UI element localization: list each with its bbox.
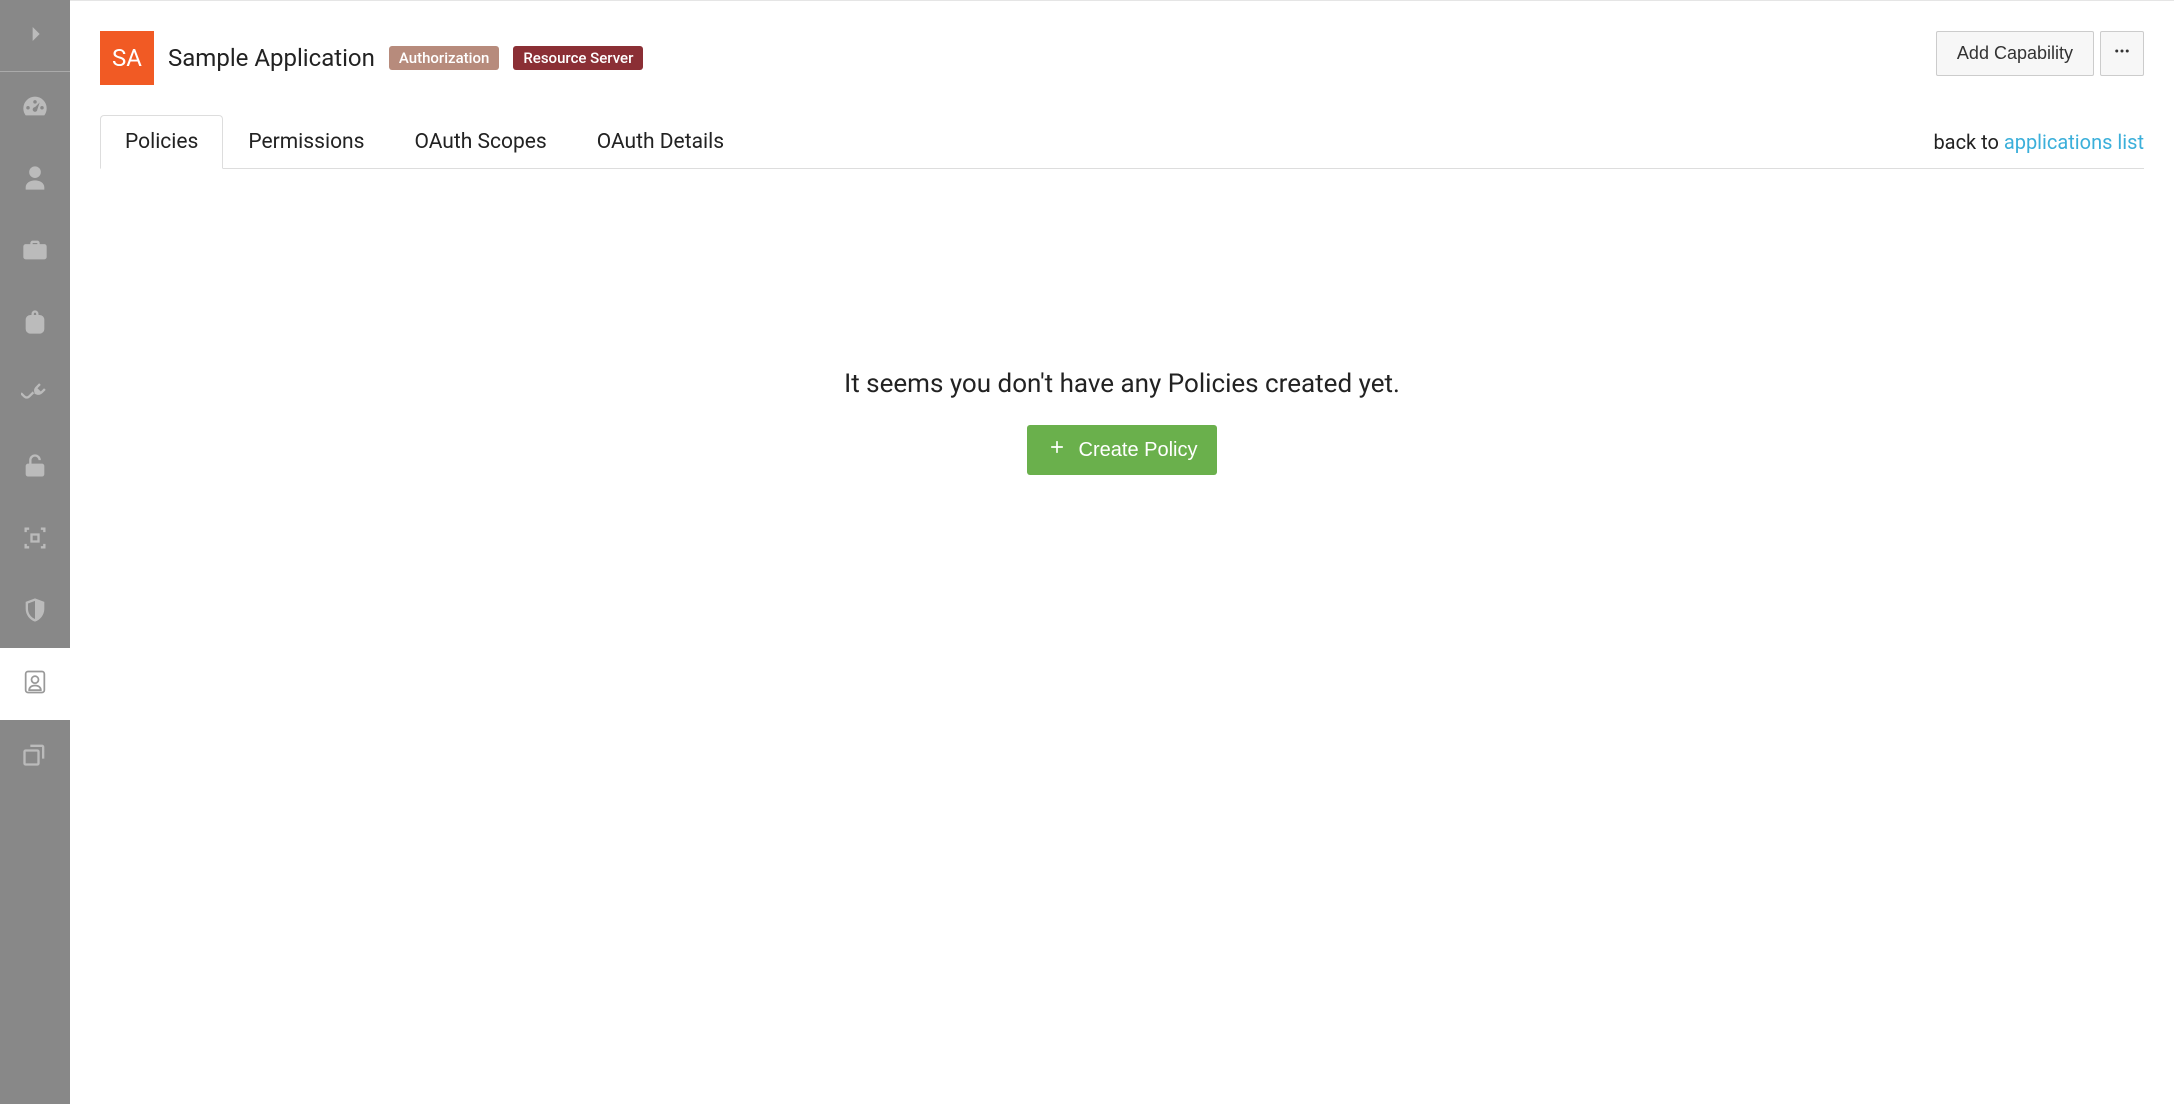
tab-permissions[interactable]: Permissions: [223, 115, 389, 169]
main-content: SA Sample Application Authorization Reso…: [70, 0, 2174, 1104]
shield-icon: [21, 596, 49, 628]
header-left: SA Sample Application Authorization Reso…: [100, 31, 643, 85]
add-capability-button[interactable]: Add Capability: [1936, 31, 2094, 76]
sidebar-item-plugins[interactable]: [0, 360, 70, 432]
arrow-right-icon: [21, 20, 49, 52]
sidebar-item-layers[interactable]: [0, 504, 70, 576]
lock-open-icon: [21, 452, 49, 484]
header-right: Add Capability: [1936, 31, 2144, 76]
badge-resource-server: Resource Server: [513, 46, 643, 70]
app-title: Sample Application: [168, 44, 375, 72]
group-icon: [21, 524, 49, 556]
plug-icon: [21, 380, 49, 412]
tabs-row: Policies Permissions OAuth Scopes OAuth …: [100, 115, 2144, 169]
app-icon: SA: [100, 31, 154, 85]
tabs: Policies Permissions OAuth Scopes OAuth …: [100, 115, 749, 168]
header: SA Sample Application Authorization Reso…: [100, 31, 2144, 85]
sidebar: [0, 0, 70, 1104]
sidebar-item-copy[interactable]: [0, 720, 70, 792]
back-link-container: back to applications list: [1933, 130, 2144, 154]
sidebar-item-users[interactable]: [0, 144, 70, 216]
ellipsis-icon: [2113, 42, 2131, 65]
back-link-prefix: back to: [1933, 130, 2003, 154]
badge-authorization: Authorization: [389, 46, 499, 70]
gauge-icon: [21, 92, 49, 124]
sidebar-item-toggle[interactable]: [0, 0, 70, 72]
sidebar-item-security[interactable]: [0, 432, 70, 504]
back-link[interactable]: applications list: [2004, 130, 2144, 154]
sidebar-item-contacts[interactable]: [0, 648, 70, 720]
backpack-icon: [21, 308, 49, 340]
create-policy-button[interactable]: Create Policy: [1027, 425, 1218, 475]
empty-state: It seems you don't have any Policies cre…: [100, 369, 2144, 475]
create-policy-label: Create Policy: [1079, 439, 1198, 462]
tab-policies[interactable]: Policies: [100, 115, 223, 169]
briefcase-icon: [21, 236, 49, 268]
sidebar-item-dashboard[interactable]: [0, 72, 70, 144]
tab-oauth-scopes[interactable]: OAuth Scopes: [389, 115, 571, 169]
tab-oauth-details[interactable]: OAuth Details: [572, 115, 749, 169]
more-actions-button[interactable]: [2100, 31, 2144, 76]
plus-icon: [1047, 437, 1067, 463]
user-icon: [21, 164, 49, 196]
sidebar-item-backpack[interactable]: [0, 288, 70, 360]
empty-state-heading: It seems you don't have any Policies cre…: [100, 369, 2144, 399]
sidebar-item-briefcase[interactable]: [0, 216, 70, 288]
address-book-icon: [21, 668, 49, 700]
copy-icon: [21, 740, 49, 772]
sidebar-item-shield[interactable]: [0, 576, 70, 648]
